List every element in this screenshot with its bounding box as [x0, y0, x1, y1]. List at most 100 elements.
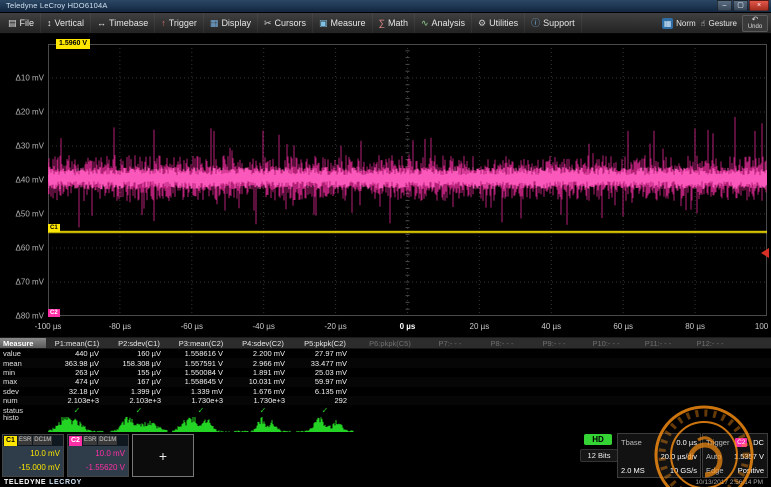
c2-offset-marker[interactable]: C2 — [48, 309, 60, 317]
y-axis-label: Δ20 mV — [0, 108, 44, 117]
menu-item-label: File — [20, 18, 35, 28]
menu-item-file[interactable]: ▤File — [2, 13, 41, 33]
channel-offset: -1.55620 V — [71, 461, 125, 475]
brand-teledyne: TELEDYNE — [4, 479, 46, 486]
utilities-gear-icon: ⚙ — [478, 19, 486, 28]
x-axis-label: 0 µs — [400, 322, 416, 331]
title-bar: Teledyne LeCroy HDO6104A – ▢ × — [0, 0, 771, 13]
menu-item-timebase[interactable]: ↔Timebase — [91, 13, 155, 33]
menu-bar: ▤File↕Vertical↔Timebase↑Trigger▦Display✂… — [0, 13, 771, 34]
trigger-panel[interactable]: Trigger C2 DC Auto 1.5357 V Edge Positiv… — [702, 433, 768, 478]
sample-count: 2.0 MS — [621, 466, 645, 475]
histogram-row: histo — [0, 412, 771, 433]
channel-box-c1[interactable]: C1ESRDC1M10.0 mV-15.000 mV — [2, 434, 64, 477]
x-axis-label: -100 µs — [35, 322, 62, 331]
measure-column-header[interactable]: P10:- - - — [580, 339, 632, 348]
undo-icon: ↶ — [752, 16, 759, 24]
window-title: Teledyne LeCroy HDO6104A — [6, 1, 108, 10]
measure-column-header[interactable]: P3:mean(C2) — [170, 339, 232, 348]
x-axis-label: -60 µs — [181, 322, 203, 331]
graticule[interactable] — [48, 44, 767, 316]
measure-column-header[interactable]: P5:pkpk(C2) — [294, 339, 356, 348]
measure-column-header[interactable]: P12:- - - — [684, 339, 736, 348]
menu-item-label: Measure — [331, 18, 366, 28]
menu-item-math[interactable]: ∑Math — [373, 13, 415, 33]
hd-mode-badge[interactable]: HD — [584, 434, 612, 445]
measure-cell: 10.031 mV — [232, 377, 294, 386]
measure-column-header[interactable]: P2:sdev(C1) — [108, 339, 170, 348]
channel-vdiv: 10.0 mV — [6, 447, 60, 461]
c1-offset-marker[interactable]: C1 — [48, 224, 60, 232]
menu-item-measure[interactable]: ▣Measure — [313, 13, 373, 33]
menu-item-label: Display — [221, 18, 251, 28]
trigger-coupling: DC — [753, 438, 764, 447]
maximize-button[interactable]: ▢ — [733, 0, 748, 11]
channel-box-c2[interactable]: C2ESRDC1M10.0 mV-1.55620 V — [67, 434, 129, 477]
measure-cell: 160 µV — [108, 349, 170, 358]
channel-coupling-badge: DC1M — [98, 436, 117, 445]
x-axis-label: 100 µs — [755, 322, 771, 331]
menu-right-cluster: ▦ Norm ☝ Gesture ↶ Undo — [662, 13, 771, 33]
channel-offset: -15.000 mV — [6, 461, 60, 475]
menu-item-utilities[interactable]: ⚙Utilities — [472, 13, 525, 33]
footer: TELEDYNELECROY 10/13/2017 2:56:14 PM — [0, 478, 771, 487]
histogram-bars — [296, 417, 353, 432]
menu-item-cursors[interactable]: ✂Cursors — [258, 13, 313, 33]
measure-cell: 158.308 µV — [108, 359, 170, 368]
measure-row-label: sdev — [0, 387, 46, 396]
measure-cell: 6.135 mV — [294, 387, 356, 396]
horizontal-arrows-icon: ↔ — [97, 19, 106, 28]
y-axis-label: Δ10 mV — [0, 74, 44, 83]
measure-column-header[interactable]: P9:- - - — [528, 339, 580, 348]
measure-cell: 1.676 mV — [232, 387, 294, 396]
menu-item-vertical[interactable]: ↕Vertical — [41, 13, 91, 33]
measure-column-header[interactable]: P7:- - - — [424, 339, 476, 348]
menu-items: ▤File↕Vertical↔Timebase↑Trigger▦Display✂… — [2, 13, 582, 33]
y-axis-label: Δ30 mV — [0, 142, 44, 151]
tbase-value: 0.0 µs — [676, 438, 697, 447]
measure-cell: 27.97 mV — [294, 349, 356, 358]
trigger-label: Trigger — [706, 438, 729, 447]
norm-button[interactable]: ▦ Norm — [662, 18, 696, 29]
gesture-button[interactable]: ☝ Gesture — [701, 19, 737, 28]
menu-item-support[interactable]: ⓘSupport — [525, 13, 582, 33]
channel-header: C2ESRDC1M — [68, 435, 128, 446]
channel-coupling-badge: DC1M — [33, 436, 52, 445]
menu-item-display[interactable]: ▦Display — [204, 13, 258, 33]
measure-table-header: MeasureP1:mean(C1)P2:sdev(C1)P3:mean(C2)… — [0, 338, 771, 349]
measure-column-header[interactable]: P4:sdev(C2) — [232, 339, 294, 348]
measure-column-header[interactable]: P11:- - - — [632, 339, 684, 348]
measure-row-label: mean — [0, 359, 46, 368]
close-button[interactable]: × — [749, 0, 769, 11]
measure-column-header[interactable]: P1:mean(C1) — [46, 339, 108, 348]
y-axis-label: Δ40 mV — [0, 176, 44, 185]
support-info-icon: ⓘ — [531, 19, 540, 28]
brand-logo: TELEDYNELECROY — [0, 479, 82, 486]
minimize-button[interactable]: – — [717, 0, 732, 11]
waveform-display: 1.5960 V C1 C2 Δ10 mVΔ20 mVΔ30 mVΔ40 mVΔ… — [0, 34, 771, 337]
undo-label: Undo — [748, 24, 762, 31]
measure-row-label: value — [0, 349, 46, 358]
measure-row-label: num — [0, 396, 46, 405]
histogram-thumbnail — [110, 416, 168, 432]
measure-column-header[interactable]: P8:- - - — [476, 339, 528, 348]
timebase-panel[interactable]: Tbase 0.0 µs 20.0 µs/div 2.0 MS 10 GS/s — [617, 433, 701, 478]
histogram-bars — [110, 417, 167, 432]
y-axis-label: Δ70 mV — [0, 278, 44, 287]
measure-column-header[interactable]: P6:pkpk(C5) — [356, 339, 424, 348]
menu-item-trigger[interactable]: ↑Trigger — [155, 13, 204, 33]
gesture-label: Gesture — [709, 19, 737, 28]
add-trace-button[interactable]: + — [132, 434, 194, 477]
measure-row-num: num2.103e+32.103e+31.730e+31.730e+3292 — [0, 396, 771, 405]
histo-row-label: histo — [3, 413, 19, 422]
undo-button[interactable]: ↶ Undo — [742, 15, 768, 32]
resolution-label: 12 Bits — [580, 449, 618, 462]
trigger-level-marker[interactable] — [761, 248, 769, 258]
measure-cell: 167 µV — [108, 377, 170, 386]
time-per-div: 20.0 µs/div — [661, 452, 697, 461]
measure-cell: 1.339 mV — [170, 387, 232, 396]
measure-row-min: min263 µV155 µV1.550084 V1.891 mV25.03 m… — [0, 368, 771, 377]
touch-grid-icon: ▦ — [662, 18, 673, 29]
y-axis-label: Δ80 mV — [0, 312, 44, 321]
menu-item-analysis[interactable]: ∿Analysis — [415, 13, 472, 33]
